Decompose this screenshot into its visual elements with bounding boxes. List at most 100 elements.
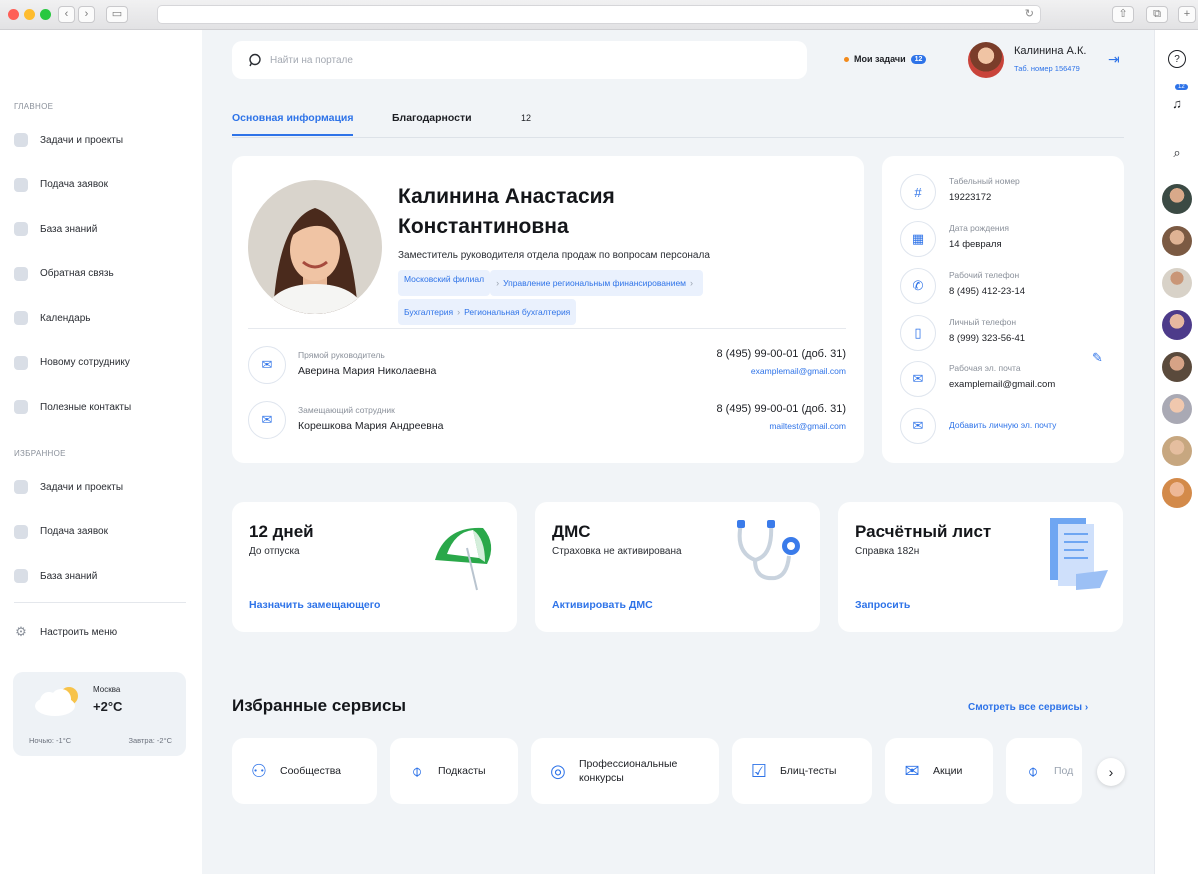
new-tab-icon[interactable]: + <box>1178 6 1196 23</box>
maximize-window-button[interactable] <box>40 9 51 20</box>
person-name[interactable]: Корешкова Мария Андреевна <box>298 420 444 432</box>
breadcrumb-item[interactable]: Управление региональным финансированием <box>503 278 686 288</box>
activate-dms-link[interactable]: Активировать ДМС <box>552 599 653 611</box>
mail-add-icon: ✉ <box>900 408 936 444</box>
service-card[interactable]: ✉ Акции <box>885 738 993 804</box>
logout-icon[interactable]: ⇥ <box>1108 51 1120 68</box>
notifications-button[interactable]: ♫ 12 <box>1163 84 1191 116</box>
service-card[interactable]: ⚇ Сообщества <box>232 738 377 804</box>
minimize-window-button[interactable] <box>24 9 35 20</box>
carousel-next-button[interactable]: › <box>1097 758 1125 786</box>
weather-tomorrow: Завтра: -2°C <box>128 736 172 745</box>
sidebar-item[interactable]: Задачи и проекты <box>14 128 190 152</box>
user-menu[interactable]: Калинина А.К. Таб. номер 156479 ⇥ <box>968 42 1128 80</box>
mail-icon: ✉ <box>248 346 286 384</box>
service-label: Под <box>1054 765 1074 777</box>
contact-value: 8 (495) 412-23-14 <box>949 286 1026 297</box>
tab-main-info[interactable]: Основная информация <box>232 112 354 136</box>
help-icon[interactable]: ? <box>1168 50 1186 68</box>
profile-card: Калинина Анастасия Константиновна Замест… <box>232 156 864 463</box>
person-email-link[interactable]: mailtest@gmail.com <box>769 421 846 431</box>
breadcrumb-group: Бухгалтерия › Региональная бухгалтерия <box>398 299 577 325</box>
sidebar-item[interactable]: Обратная связь <box>14 262 190 286</box>
sidebar-item[interactable]: Подача заявок <box>14 173 190 197</box>
reload-icon[interactable]: ↻ <box>1025 7 1034 20</box>
sidebar-item[interactable]: База знаний <box>14 217 190 241</box>
bell-icon: ♫ <box>1172 95 1182 111</box>
microphone-icon: ⌽ <box>1027 760 1039 781</box>
sidebar-item[interactable]: Задачи и проекты <box>14 475 190 499</box>
search-input[interactable] <box>270 54 770 66</box>
sidebar-item[interactable]: Новому сотруднику <box>14 351 190 375</box>
sidebar-item-label: Новому сотруднику <box>40 357 130 368</box>
sidebar-item-label: Подача заявок <box>40 179 108 190</box>
contact-label: Дата рождения <box>949 223 1009 233</box>
person-role: Замещающий сотрудник <box>298 405 395 415</box>
tasks-icon <box>14 480 28 494</box>
share-icon[interactable]: ⇧ <box>1112 6 1134 23</box>
avatar[interactable] <box>1162 226 1192 256</box>
service-card[interactable]: ◎ Профессиональные конкурсы <box>531 738 719 804</box>
avatar[interactable] <box>1162 310 1192 340</box>
contact-value: examplemail@gmail.com <box>949 379 1056 390</box>
person-email-link[interactable]: examplemail@gmail.com <box>751 366 846 376</box>
search-icon[interactable]: ⌕ <box>1166 142 1188 164</box>
tasks-count-badge: 12 <box>910 54 927 64</box>
service-card[interactable]: ☑ Блиц-тесты <box>732 738 872 804</box>
service-label: Акции <box>933 765 963 777</box>
service-label: Подкасты <box>438 765 486 777</box>
contact-label: Табельный номер <box>949 176 1020 186</box>
assign-substitute-link[interactable]: Назначить замещающего <box>249 599 380 611</box>
chevron-right-icon: › <box>457 307 461 317</box>
avatar[interactable] <box>1162 352 1192 382</box>
request-payslip-link[interactable]: Запросить <box>855 599 910 611</box>
sidebar-item-settings[interactable]: ⚙ Настроить меню <box>14 620 190 644</box>
chat-search-icon <box>249 53 261 67</box>
close-window-button[interactable] <box>8 9 19 20</box>
profile-name: Калинина Анастасия Константиновна <box>398 182 798 242</box>
tabs-icon[interactable]: ⧉ <box>1146 6 1168 23</box>
sidebar-section-main: ГЛАВНОЕ <box>14 102 54 111</box>
service-card[interactable]: ⌽ Подкасты <box>390 738 518 804</box>
address-bar[interactable]: ↻ <box>157 5 1041 24</box>
users-icon <box>14 524 28 539</box>
sidebar-toggle-icon[interactable]: ▭ <box>106 6 128 23</box>
add-email-link[interactable]: Добавить личную эл. почту <box>949 420 1056 430</box>
sidebar-divider <box>14 602 186 603</box>
edit-icon[interactable]: ✎ <box>1092 350 1103 366</box>
tasks-icon <box>14 133 28 147</box>
avatar[interactable] <box>1162 436 1192 466</box>
user-name: Калинина А.К. <box>1014 45 1087 57</box>
contact-value: 8 (999) 323-56-41 <box>949 333 1026 344</box>
person-name[interactable]: Аверина Мария Николаевна <box>298 365 436 377</box>
sidebar-item[interactable]: База знаний <box>14 564 190 588</box>
sidebar-item[interactable]: Подача заявок <box>14 520 190 544</box>
service-card[interactable]: ⌽ Под <box>1006 738 1082 804</box>
breadcrumb-item[interactable]: Бухгалтерия <box>404 307 453 317</box>
contact-row: ▯ Личный телефон 8 (999) 323-56-41 <box>900 315 1110 355</box>
breadcrumb: Московский филиал › Управление региональн… <box>398 270 818 328</box>
checklist-icon: ☑ <box>750 760 768 781</box>
avatar[interactable] <box>1162 478 1192 508</box>
all-services-link[interactable]: Смотреть все сервисы › <box>968 702 1088 713</box>
avatar[interactable] <box>1162 394 1192 424</box>
sidebar-item[interactable]: Календарь <box>14 306 190 330</box>
breadcrumb-item[interactable]: Региональная бухгалтерия <box>464 307 570 317</box>
tab-thanks[interactable]: Благодарности <box>392 112 472 124</box>
info-icon <box>14 569 28 583</box>
forward-icon[interactable]: › <box>78 6 95 23</box>
avatar[interactable] <box>1162 268 1192 298</box>
breadcrumb-item[interactable]: Московский филиал <box>398 270 491 296</box>
avatar[interactable] <box>1162 184 1192 214</box>
service-label: Сообщества <box>280 765 341 777</box>
search-bar[interactable] <box>232 41 807 79</box>
my-tasks-button[interactable]: Мои задачи 12 <box>844 54 927 64</box>
sidebar-item-label: Календарь <box>40 312 91 324</box>
profile-divider <box>248 328 846 329</box>
add-email-row[interactable]: ✉ Добавить личную эл. почту <box>900 408 1110 448</box>
document-icon <box>14 355 28 370</box>
contact-row: ▦ Дата рождения 14 февраля <box>900 221 1110 261</box>
sidebar-item[interactable]: Полезные контакты <box>14 395 190 419</box>
breadcrumb-group: › Управление региональным финансированием… <box>490 270 704 296</box>
back-icon[interactable]: ‹ <box>58 6 75 23</box>
